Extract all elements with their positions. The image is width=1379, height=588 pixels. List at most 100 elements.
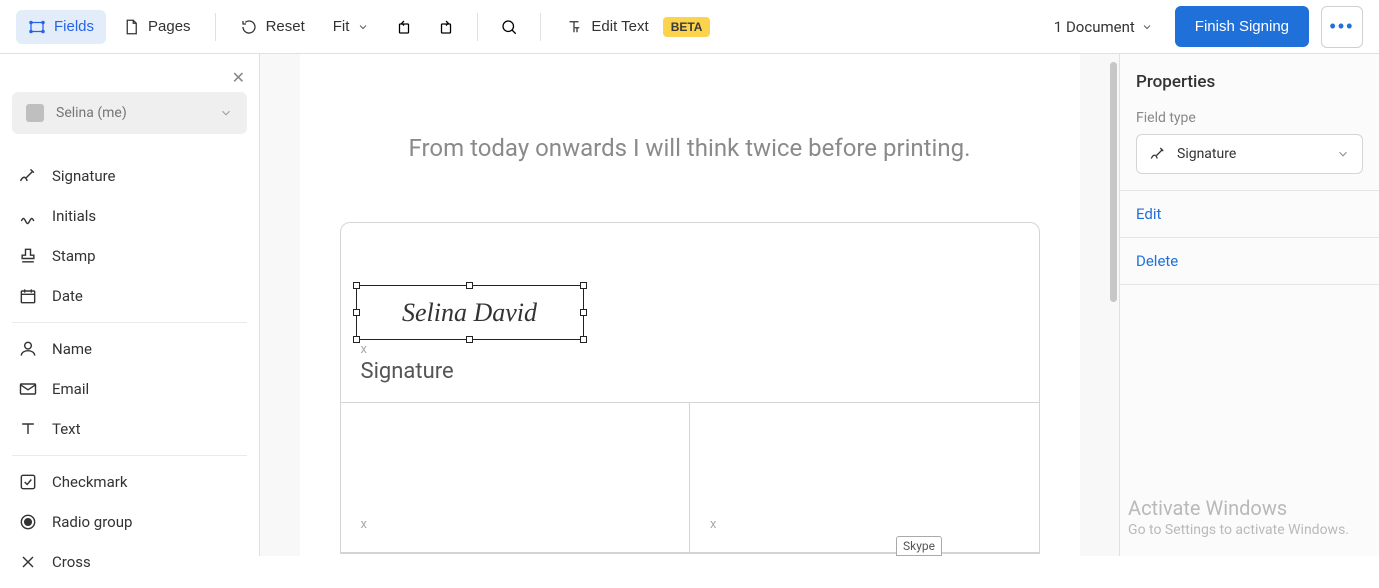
vertical-scrollbar[interactable]: [1110, 62, 1117, 302]
reset-button[interactable]: Reset: [228, 10, 317, 44]
delete-field-link[interactable]: Delete: [1120, 238, 1379, 285]
edit-text-button[interactable]: Edit Text BETA: [553, 9, 722, 45]
chevron-down-icon: [357, 21, 369, 33]
field-email[interactable]: Email: [0, 369, 259, 409]
text-edit-icon: [565, 18, 583, 36]
fields-tab-label: Fields: [54, 18, 94, 35]
close-sidebar-button[interactable]: ✕: [228, 64, 249, 92]
resize-handle[interactable]: [580, 336, 587, 343]
document-canvas: From today onwards I will think twice be…: [260, 54, 1119, 556]
resize-handle[interactable]: [353, 309, 360, 316]
field-label: Radio group: [52, 513, 132, 531]
reset-label: Reset: [266, 18, 305, 35]
field-stamp[interactable]: Stamp: [0, 236, 259, 276]
field-radio-group[interactable]: Radio group: [0, 502, 259, 542]
user-color-swatch: [26, 104, 44, 122]
cell-label: Signature: [361, 359, 1019, 384]
rotate-right-icon: [437, 18, 455, 36]
field-label: Date: [52, 287, 83, 305]
fields-tab[interactable]: Fields: [16, 10, 106, 44]
name-cell[interactable]: x: [341, 403, 691, 553]
date-cell[interactable]: x: [690, 403, 1039, 553]
document-count-dropdown[interactable]: 1 Document: [1044, 10, 1163, 44]
resize-handle[interactable]: [580, 309, 587, 316]
text-icon: [18, 419, 38, 439]
document-body-text: From today onwards I will think twice be…: [300, 94, 1080, 222]
signer-name: Selina (me): [56, 105, 127, 121]
chevron-down-icon: [1141, 21, 1153, 33]
field-label: Checkmark: [52, 473, 127, 491]
toolbar-divider: [540, 13, 541, 41]
field-type-select[interactable]: Signature: [1136, 134, 1363, 174]
reset-icon: [240, 18, 258, 36]
properties-panel: Properties Field type Signature Edit Del…: [1119, 54, 1379, 556]
signature-field-selected[interactable]: Selina David: [356, 285, 584, 340]
chevron-down-icon: [1336, 147, 1350, 161]
field-text[interactable]: Text: [0, 409, 259, 449]
field-label: Name: [52, 340, 92, 358]
top-toolbar: Fields Pages Reset Fit Edit Text BET: [0, 0, 1379, 54]
pages-tab-label: Pages: [148, 18, 191, 35]
checkmark-icon: [18, 472, 38, 492]
field-date[interactable]: Date: [0, 276, 259, 316]
fit-label: Fit: [333, 18, 350, 35]
field-name[interactable]: Name: [0, 329, 259, 369]
search-icon: [500, 18, 518, 36]
signature-value: Selina David: [402, 298, 537, 328]
signature-cell[interactable]: Selina David x Signat: [341, 223, 1039, 403]
initials-icon: [18, 206, 38, 226]
rotate-left-icon: [395, 18, 413, 36]
document-count-label: 1 Document: [1054, 18, 1135, 36]
toolbar-divider: [477, 13, 478, 41]
field-cross[interactable]: Cross: [0, 542, 259, 582]
rotate-left-button[interactable]: [385, 8, 423, 46]
field-label: Stamp: [52, 247, 96, 265]
fit-button[interactable]: Fit: [321, 10, 382, 43]
field-checkmark[interactable]: Checkmark: [0, 462, 259, 502]
skype-tooltip: Skype: [896, 536, 942, 556]
field-separator: [12, 455, 247, 456]
edit-field-link[interactable]: Edit: [1120, 191, 1379, 238]
signature-icon: [18, 166, 38, 186]
resize-handle[interactable]: [466, 282, 473, 289]
more-options-button[interactable]: •••: [1321, 6, 1363, 48]
stamp-icon: [18, 246, 38, 266]
pages-tab[interactable]: Pages: [110, 10, 203, 44]
field-signature[interactable]: Signature: [0, 156, 259, 196]
fields-icon: [28, 18, 46, 36]
field-label: Initials: [52, 207, 96, 225]
signature-icon: [1149, 145, 1167, 163]
email-icon: [18, 379, 38, 399]
field-initials[interactable]: Initials: [0, 196, 259, 236]
field-separator: [12, 322, 247, 323]
radio-icon: [18, 512, 38, 532]
name-icon: [18, 339, 38, 359]
cell-x-mark: x: [361, 342, 1019, 357]
search-button[interactable]: [490, 8, 528, 46]
cell-x-mark: x: [710, 517, 1019, 532]
toolbar-divider: [215, 13, 216, 41]
field-label: Email: [52, 380, 89, 398]
field-label: Signature: [52, 167, 116, 185]
resize-handle[interactable]: [353, 282, 360, 289]
rotate-right-button[interactable]: [427, 8, 465, 46]
document-page[interactable]: From today onwards I will think twice be…: [300, 54, 1080, 556]
resize-handle[interactable]: [580, 282, 587, 289]
properties-title: Properties: [1120, 54, 1379, 110]
more-icon: •••: [1330, 16, 1355, 37]
finish-signing-button[interactable]: Finish Signing: [1175, 6, 1309, 47]
edit-text-label: Edit Text: [591, 18, 648, 35]
pages-icon: [122, 18, 140, 36]
fields-sidebar: ✕ Selina (me) Signature Initials Stamp D…: [0, 54, 260, 556]
field-type-value: Signature: [1177, 146, 1236, 162]
signature-table: Selina David x Signat: [340, 222, 1040, 554]
cell-x-mark: x: [361, 517, 670, 532]
field-type-label: Field type: [1136, 110, 1363, 126]
resize-handle[interactable]: [466, 336, 473, 343]
cross-icon: [18, 552, 38, 572]
canvas-scroll-area[interactable]: From today onwards I will think twice be…: [260, 54, 1119, 556]
field-label: Text: [52, 420, 81, 438]
beta-badge: BETA: [663, 17, 711, 37]
resize-handle[interactable]: [353, 336, 360, 343]
signer-select[interactable]: Selina (me): [12, 92, 247, 134]
